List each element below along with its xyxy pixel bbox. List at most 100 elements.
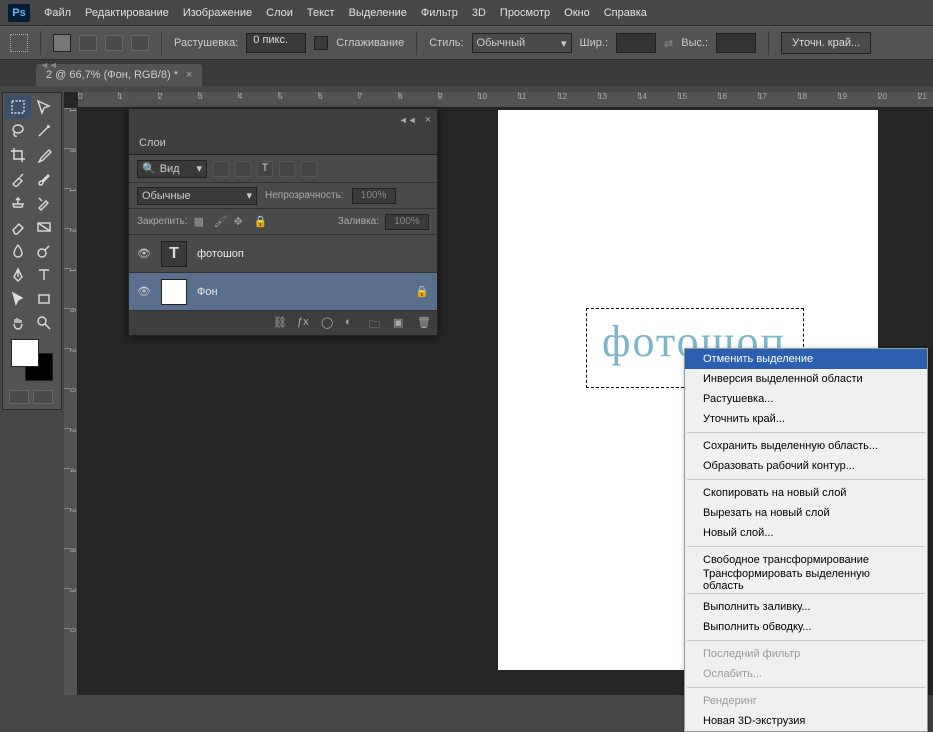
context-menu-item[interactable]: Сохранить выделенную область... [685, 436, 927, 456]
feather-input[interactable]: 0 пикс. [246, 33, 306, 53]
menu-text[interactable]: Текст [307, 7, 335, 19]
swap-dims-icon[interactable]: ⇄ [664, 37, 673, 50]
gradient-tool[interactable] [31, 215, 57, 239]
antialias-checkbox[interactable] [314, 36, 328, 50]
blur-tool[interactable] [5, 239, 31, 263]
zoom-tool[interactable] [31, 311, 57, 335]
adjustment-layer-icon[interactable]: ◐ [345, 316, 359, 330]
layer-name[interactable]: фотошоп [197, 248, 429, 260]
marquee-add-icon[interactable] [79, 35, 97, 51]
horizontal-ruler: 012345678910111213141516171819202122 [78, 92, 933, 108]
quickmask-icon[interactable] [9, 390, 29, 404]
ruler-tick: 20 [878, 92, 918, 107]
lock-paint-icon[interactable]: 🖌 [214, 215, 228, 229]
magic-wand-tool[interactable] [31, 119, 57, 143]
layer-fx-icon[interactable]: ƒx [297, 316, 311, 330]
path-selection-tool[interactable] [5, 287, 31, 311]
menu-view[interactable]: Просмотр [500, 7, 550, 19]
marquee-intersect-icon[interactable] [131, 35, 149, 51]
filter-pixel-icon[interactable] [213, 161, 229, 177]
foreground-color-swatch[interactable] [11, 339, 39, 367]
menu-filter[interactable]: Фильтр [421, 7, 458, 19]
ruler-tick: 1 [118, 92, 158, 107]
style-select[interactable]: Обычный▾ [472, 33, 572, 53]
screenmode-icon[interactable] [33, 390, 53, 404]
brush-tool[interactable] [31, 167, 57, 191]
hand-tool[interactable] [5, 311, 31, 335]
new-group-icon[interactable]: 🗀 [369, 316, 383, 330]
lock-position-icon[interactable]: ✥ [234, 215, 248, 229]
context-menu-item[interactable]: Скопировать на новый слой [685, 483, 927, 503]
blend-mode-select[interactable]: Обычные▾ [137, 187, 257, 205]
panel-title[interactable]: Слои [129, 131, 437, 155]
lock-label: Закрепить: [137, 216, 188, 227]
menu-image[interactable]: Изображение [183, 7, 252, 19]
height-input[interactable] [716, 33, 756, 53]
lock-all-icon[interactable]: 🔒 [254, 215, 268, 229]
menu-select[interactable]: Выделение [349, 7, 407, 19]
layer-row[interactable]: 👁 T фотошоп [129, 235, 437, 273]
fill-value[interactable]: 100% [385, 214, 429, 230]
menu-layers[interactable]: Слои [266, 7, 293, 19]
filter-shape-icon[interactable] [279, 161, 295, 177]
marquee-subtract-icon[interactable] [105, 35, 123, 51]
layer-thumbnail[interactable]: T [161, 241, 187, 267]
context-menu-item[interactable]: Уточнить край... [685, 409, 927, 429]
clone-stamp-tool[interactable] [5, 191, 31, 215]
tab-close-icon[interactable]: × [186, 69, 192, 81]
eyedropper-tool[interactable] [31, 143, 57, 167]
pen-tool[interactable] [5, 263, 31, 287]
layer-thumbnail[interactable] [161, 279, 187, 305]
menu-3d[interactable]: 3D [472, 7, 486, 19]
menu-edit[interactable]: Редактирование [85, 7, 169, 19]
link-layers-icon[interactable]: ⛓ [273, 316, 287, 330]
panel-collapse-icon[interactable]: ◄◄ [40, 60, 58, 70]
eraser-tool[interactable] [5, 215, 31, 239]
layer-name[interactable]: Фон [197, 286, 405, 298]
document-tab[interactable]: 2 @ 66,7% (Фон, RGB/8) * × [36, 64, 202, 86]
menu-window[interactable]: Окно [564, 7, 590, 19]
panel-close-icon[interactable]: × [425, 114, 431, 126]
tool-preset-icon[interactable] [10, 34, 28, 52]
delete-layer-icon[interactable]: 🗑 [417, 316, 431, 330]
layer-list: 👁 T фотошоп 👁 Фон 🔒 [129, 235, 437, 311]
history-brush-tool[interactable] [31, 191, 57, 215]
type-tool[interactable] [31, 263, 57, 287]
context-menu-item[interactable]: Инверсия выделенной области [685, 369, 927, 389]
marquee-new-icon[interactable] [53, 34, 71, 52]
opacity-value[interactable]: 100% [352, 188, 396, 204]
move-tool[interactable] [31, 95, 57, 119]
visibility-icon[interactable]: 👁 [137, 247, 151, 261]
context-menu-item[interactable]: Растушевка... [685, 389, 927, 409]
new-layer-icon[interactable]: ▣ [393, 316, 407, 330]
filter-type-icon[interactable]: T [257, 161, 273, 177]
layer-row[interactable]: 👁 Фон 🔒 [129, 273, 437, 311]
context-menu-item[interactable]: Отменить выделение [685, 349, 927, 369]
visibility-icon[interactable]: 👁 [137, 285, 151, 299]
menu-file[interactable]: Файл [44, 7, 71, 19]
menu-help[interactable]: Справка [604, 7, 647, 19]
context-menu-item[interactable]: Выполнить заливку... [685, 597, 927, 617]
layer-mask-icon[interactable]: ◯ [321, 316, 335, 330]
context-menu-item[interactable]: Трансформировать выделенную область [685, 570, 927, 590]
rectangle-tool[interactable] [31, 287, 57, 311]
lasso-tool[interactable] [5, 119, 31, 143]
context-menu-item[interactable]: Свободное трансформирование [685, 550, 927, 570]
context-menu-item[interactable]: Образовать рабочий контур... [685, 456, 927, 476]
context-menu-item[interactable]: Вырезать на новый слой [685, 503, 927, 523]
crop-tool[interactable] [5, 143, 31, 167]
healing-brush-tool[interactable] [5, 167, 31, 191]
context-menu-item[interactable]: Новая 3D-экструзия [685, 711, 927, 731]
marquee-tool[interactable] [5, 95, 31, 119]
context-menu-item[interactable]: Новый слой... [685, 523, 927, 543]
layer-filter-select[interactable]: 🔍Вид▾ [137, 160, 207, 178]
refine-edge-button[interactable]: Уточн. край... [781, 32, 871, 54]
dodge-tool[interactable] [31, 239, 57, 263]
context-menu-item[interactable]: Выполнить обводку... [685, 617, 927, 637]
filter-smart-icon[interactable] [301, 161, 317, 177]
width-input[interactable] [616, 33, 656, 53]
color-swatches[interactable] [11, 339, 53, 383]
lock-transparency-icon[interactable]: ▩ [194, 215, 208, 229]
panel-collapse-icon[interactable]: ◄◄ [399, 115, 417, 125]
filter-adjust-icon[interactable] [235, 161, 251, 177]
